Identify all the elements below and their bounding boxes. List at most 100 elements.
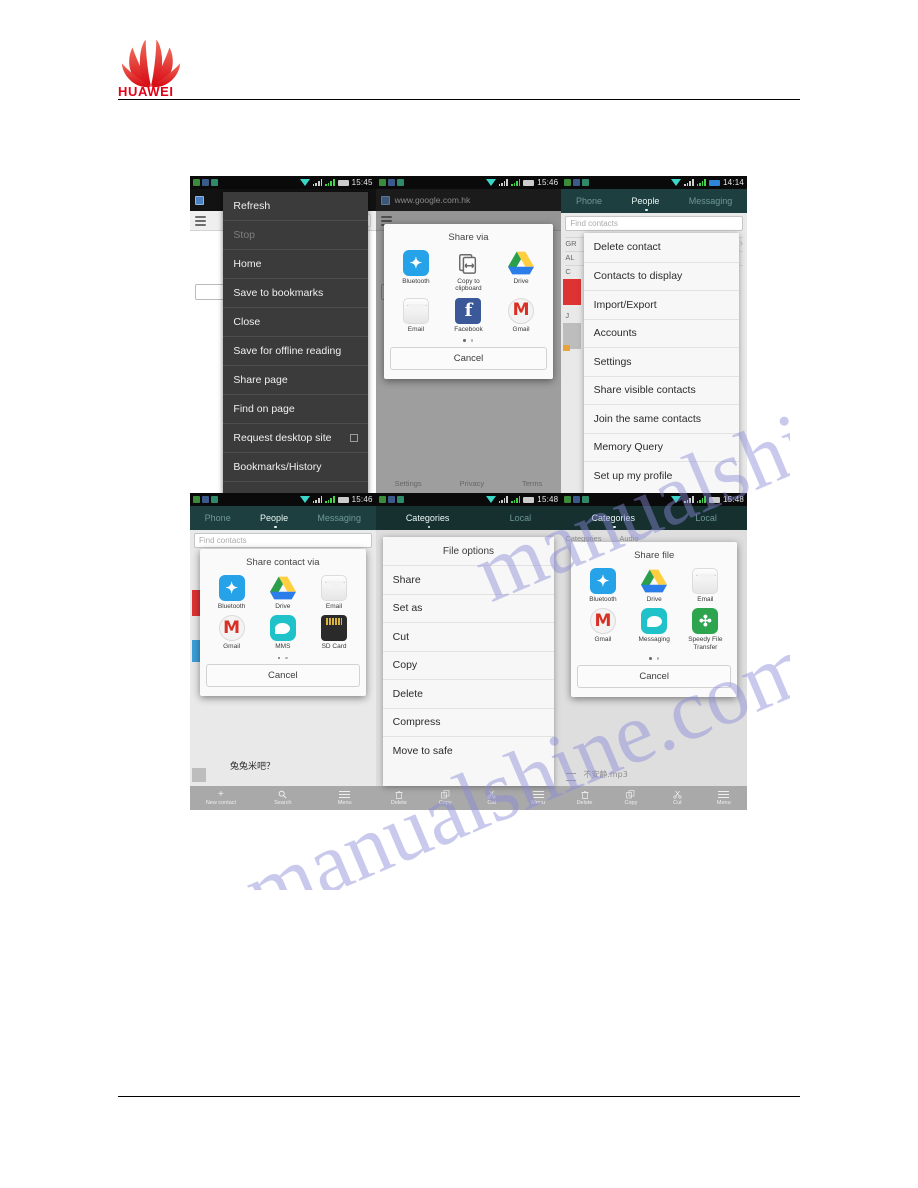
menu-item-home[interactable]: Home (223, 250, 369, 279)
nav-delete[interactable]: Delete (376, 786, 422, 810)
menu-item-copy[interactable]: Copy (382, 650, 555, 680)
file-options-menu[interactable]: File options Share Set as Cut Copy Delet… (382, 537, 555, 786)
tab-categories[interactable]: Categories (591, 513, 635, 523)
share-target-email[interactable]: Email (308, 575, 359, 610)
menu-item-delete[interactable]: Delete (382, 679, 555, 708)
share-target-bluetooth[interactable]: ✦ Bluetooth (390, 250, 443, 293)
bottom-nav[interactable]: + New contact Search Menu (190, 786, 376, 810)
tab-strip[interactable]: Phone People Messaging (561, 189, 747, 213)
index-label: C (565, 267, 571, 276)
browser-overflow-menu[interactable]: Refresh Stop Home Save to bookmarks Clos… (223, 192, 369, 493)
nav-menu[interactable]: Menu (515, 786, 561, 810)
tab-people[interactable]: People (260, 513, 288, 523)
nav-delete[interactable]: Delete (561, 786, 607, 810)
share-target-copy-to-clipboard[interactable]: Copy to clipboard (442, 250, 495, 293)
bottom-nav[interactable]: Delete Copy Cut Menu (375, 786, 562, 810)
checkbox-icon[interactable] (350, 434, 359, 442)
share-target-gmail[interactable]: M Gmail (577, 608, 628, 651)
tab-strip[interactable]: Categories Local (376, 506, 562, 530)
share-target-drive[interactable]: Drive (257, 575, 308, 610)
tab-messaging[interactable]: Messaging (317, 513, 361, 523)
share-target-drive[interactable]: Drive (495, 250, 548, 293)
share-target-email[interactable]: Email (390, 297, 443, 333)
status-clock: 14:14 (722, 178, 744, 187)
contacts-search-input[interactable]: Find contacts (565, 216, 743, 231)
menu-item-share-visible-contacts[interactable]: Share visible contacts (583, 375, 739, 405)
share-target-drive[interactable]: Drive (629, 568, 680, 603)
nav-menu[interactable]: Menu (314, 786, 376, 810)
menu-item-label: Save to bookmarks (233, 287, 324, 299)
share-target-sd-card[interactable]: SD Card (308, 615, 359, 650)
menu-item-save-to-bookmarks[interactable]: Save to bookmarks (223, 279, 369, 308)
share-dialog[interactable]: Share via ✦ Bluetooth Copy to clipboard … (383, 224, 554, 379)
cancel-button[interactable]: Cancel (577, 664, 731, 688)
cancel-button[interactable]: Cancel (389, 346, 548, 370)
menu-item-move-to-safe[interactable]: Move to safe (382, 736, 555, 765)
contacts-search-input[interactable]: Find contacts (194, 533, 372, 548)
nav-menu[interactable]: Menu (701, 786, 747, 810)
status-notification-icons (378, 179, 404, 186)
tab-strip[interactable]: Categories Local (561, 506, 747, 530)
share-target-mms[interactable]: MMS (257, 615, 308, 650)
status-notification-icons (564, 496, 590, 503)
huawei-wordmark: HUAWEI (118, 84, 174, 99)
contact-avatar[interactable] (563, 279, 582, 305)
tab-phone[interactable]: Phone (205, 513, 231, 523)
tab-local[interactable]: Local (695, 513, 717, 523)
tab-strip[interactable]: Phone People Messaging (190, 506, 376, 530)
menu-item-refresh[interactable]: Refresh (223, 192, 369, 221)
tab-local[interactable]: Local (510, 513, 532, 523)
share-dialog[interactable]: Share file ✦ Bluetooth Drive Email M Gma… (571, 542, 737, 697)
share-target-grid: ✦ Bluetooth Copy to clipboard Drive Emai… (390, 250, 548, 333)
share-target-email[interactable]: Email (680, 568, 731, 603)
nav-search[interactable]: Search (252, 786, 314, 810)
menu-item-share[interactable]: Share (382, 565, 555, 594)
nav-copy[interactable]: Copy (422, 786, 468, 810)
nav-copy[interactable]: Copy (608, 786, 654, 810)
tab-people[interactable]: People (631, 196, 659, 206)
contact-avatar[interactable] (192, 768, 206, 782)
header-rule (118, 99, 800, 100)
menu-item-request-desktop-site[interactable]: Request desktop site (223, 424, 369, 453)
trash-icon (581, 790, 589, 799)
menu-item-settings[interactable]: Settings (583, 347, 739, 376)
share-target-messaging[interactable]: Messaging (629, 608, 680, 651)
tab-phone[interactable]: Phone (576, 196, 602, 206)
cancel-button[interactable]: Cancel (206, 664, 360, 688)
nav-new-contact[interactable]: + New contact (190, 786, 252, 810)
menu-item-compress[interactable]: Compress (382, 707, 555, 737)
nav-cut[interactable]: Cut (469, 786, 515, 810)
menu-item-set-as[interactable]: Set as (382, 593, 555, 623)
share-target-speedy-file-transfer[interactable]: ✣ Speedy File Transfer (680, 608, 731, 651)
menu-item-find-on-page[interactable]: Find on page (223, 395, 369, 424)
contacts-overflow-menu[interactable]: Delete contact Contacts to display Impor… (583, 233, 739, 493)
share-target-label: Facebook (454, 325, 483, 333)
share-target-bluetooth[interactable]: ✦ Bluetooth (577, 568, 628, 603)
menu-item-cut[interactable]: Cut (382, 622, 555, 651)
tab-categories[interactable]: Categories (406, 513, 450, 523)
signal-icon-1 (684, 179, 694, 186)
tab-messaging[interactable]: Messaging (689, 196, 733, 206)
menu-item-import-export[interactable]: Import/Export (583, 290, 739, 319)
menu-item-set-up-my-profile[interactable]: Set up my profile (583, 461, 739, 490)
bottom-nav[interactable]: Delete Copy Cut Menu (561, 786, 747, 810)
share-target-label: Drive (646, 596, 662, 603)
share-target-gmail[interactable]: M Gmail (206, 615, 257, 650)
share-target-gmail[interactable]: M Gmail (495, 297, 548, 333)
menu-item-close[interactable]: Close (223, 308, 369, 337)
menu-item-label: Find on page (233, 403, 295, 415)
browser-menu-icon[interactable] (195, 215, 206, 226)
menu-item-delete-contact[interactable]: Delete contact (584, 233, 739, 262)
menu-item-bookmarks-history[interactable]: Bookmarks/History (223, 453, 369, 482)
menu-item-memory-query[interactable]: Memory Query (583, 432, 739, 462)
menu-item-contacts-to-display[interactable]: Contacts to display (583, 261, 739, 291)
menu-item-save-offline[interactable]: Save for offline reading (223, 337, 369, 366)
share-target-bluetooth[interactable]: ✦ Bluetooth (206, 575, 257, 610)
menu-item-share-page[interactable]: Share page (223, 366, 369, 395)
nav-cut[interactable]: Cut (654, 786, 700, 810)
share-target-facebook[interactable]: f Facebook (442, 297, 495, 333)
menu-item-accounts[interactable]: Accounts (583, 318, 739, 348)
file-name[interactable]: 不安静.mp3 (583, 769, 628, 780)
share-dialog[interactable]: Share contact via ✦ Bluetooth Drive Emai… (200, 549, 366, 697)
menu-item-join-the-same-contacts[interactable]: Join the same contacts (583, 404, 739, 433)
